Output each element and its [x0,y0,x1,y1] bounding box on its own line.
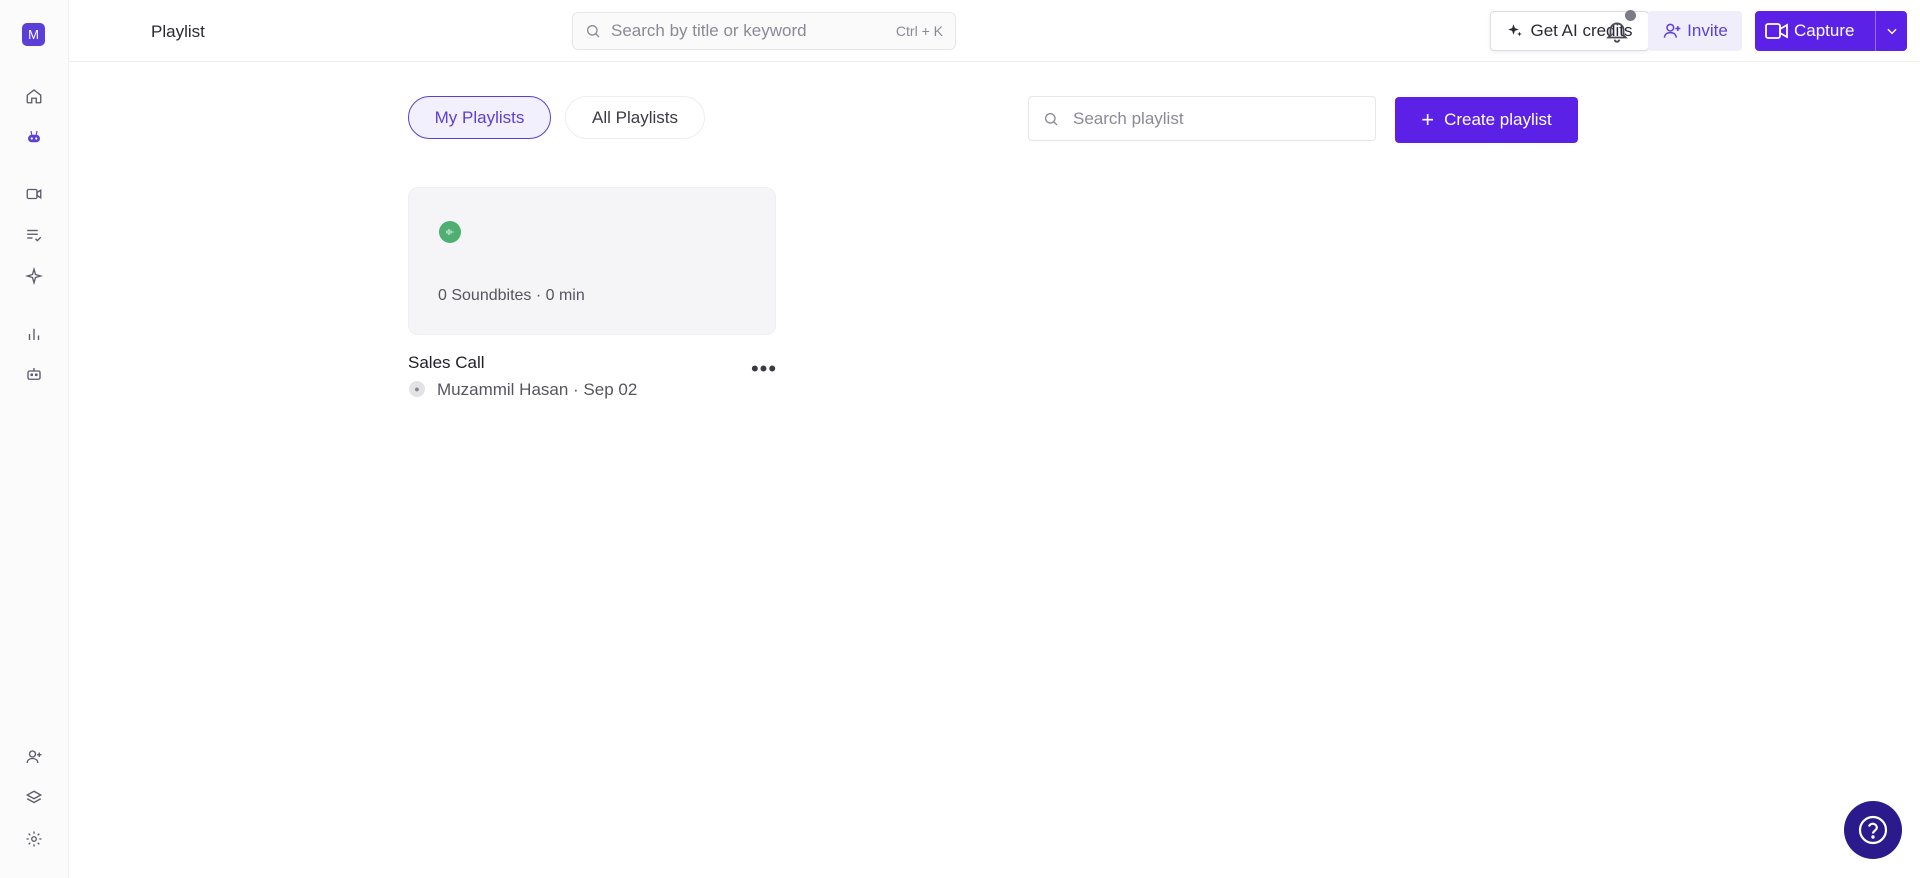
search-icon [587,25,600,38]
notifications-bell[interactable] [1604,10,1636,44]
workspace-avatar[interactable]: M [22,23,45,46]
sparkle-icon[interactable] [22,264,46,288]
soundbite-icon [439,221,461,243]
capture-dropdown[interactable] [1875,11,1907,51]
notification-dot [1625,10,1636,21]
capture-main[interactable]: Capture [1755,11,1875,51]
robot-icon[interactable] [22,362,46,386]
video-icon[interactable] [22,182,46,206]
tab-my-playlists[interactable]: My Playlists [408,96,551,139]
search-icon [1045,112,1058,125]
playlist-owner-meta: Muzammil Hasan · Sep 02 [437,380,638,399]
global-search[interactable]: Ctrl + K [572,12,956,50]
playlist-search-input[interactable] [1073,108,1361,129]
playlist-stats: 0 Soundbites · 0 min [438,287,585,304]
capture-label: Capture [1794,21,1855,40]
layers-icon[interactable] [22,786,46,810]
create-playlist-button[interactable]: + Create playlist [1395,97,1578,143]
search-shortcut: Ctrl + K [895,23,943,39]
video-icon [1765,23,1788,39]
sparkle-icon [1508,24,1523,37]
page-title: Playlist [151,22,205,41]
more-options-icon[interactable]: ••• [748,356,780,381]
home-icon[interactable] [22,84,46,108]
list-check-icon[interactable] [22,223,46,247]
playlist-name[interactable]: Sales Call [408,353,485,373]
playlist-card-thumbnail[interactable] [408,187,776,335]
bot-icon[interactable] [22,125,46,149]
create-playlist-label: Create playlist [1444,110,1552,129]
top-bar: Playlist Ctrl + K Get AI credits [69,0,1920,62]
add-user-icon[interactable] [22,745,46,769]
question-icon [1858,815,1888,845]
sidebar: M [0,0,69,878]
global-search-input[interactable] [611,21,888,41]
chevron-down-icon [1886,28,1897,35]
bar-chart-icon[interactable] [22,322,46,346]
invite-button[interactable]: Invite [1648,11,1742,51]
add-user-icon [1663,23,1681,38]
capture-button[interactable]: Capture [1755,11,1907,51]
playlist-search[interactable] [1028,96,1376,141]
plus-icon: + [1421,107,1435,132]
help-button[interactable] [1844,801,1902,859]
owner-avatar: ● [409,381,425,397]
invite-label: Invite [1687,21,1728,40]
tab-all-playlists[interactable]: All Playlists [565,96,705,139]
gear-icon[interactable] [22,827,46,851]
bell-icon [1606,22,1628,43]
